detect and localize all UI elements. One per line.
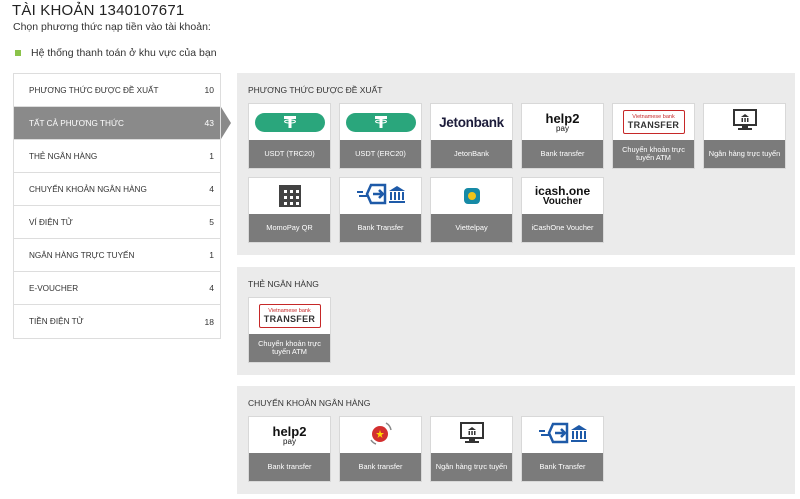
method-card-vn-bank-transfer[interactable]: Vietnamese bank TRANSFER Chuyển khoản tr…: [612, 103, 695, 169]
sidebar-item-count: 10: [204, 85, 214, 95]
tether-icon: [345, 112, 416, 132]
payment-method-grid: USDT (TRC20) USDT (ERC20) Jetonbank Jeto…: [237, 103, 795, 243]
method-caption: MomoPay QR: [249, 214, 330, 242]
jetonbank-logo: Jetonbank: [439, 114, 504, 130]
sidebar-item-label: CHUYỂN KHOẢN NGÂN HÀNG: [29, 184, 147, 194]
region-notice: Hệ thống thanh toán ở khu vực của bạn: [15, 47, 217, 59]
logo-line2: TRANSFER: [263, 314, 316, 324]
method-caption: Bank Transfer: [522, 453, 603, 481]
sidebar-item-bank-card[interactable]: THẺ NGÂN HÀNG 1: [14, 140, 220, 173]
bank-transfer-arrow-icon: [355, 183, 407, 210]
method-caption: Bank transfer: [522, 140, 603, 168]
icashone-logo-sub: Voucher: [542, 195, 583, 207]
tether-icon: [254, 112, 325, 132]
payment-method-grid: Vietnamese bank TRANSFER Chuyển khoản tr…: [237, 297, 795, 363]
method-card-jetonbank[interactable]: Jetonbank JetonBank: [430, 103, 513, 169]
vietnamese-bank-transfer-logo: Vietnamese bank TRANSFER: [622, 110, 685, 134]
sidebar-item-bank-transfer[interactable]: CHUYỂN KHOẢN NGÂN HÀNG 4: [14, 173, 220, 206]
method-caption: iCashOne Voucher: [522, 214, 603, 242]
method-card-viettelpay[interactable]: Viettelpay: [430, 177, 513, 243]
sidebar-item-online-banking[interactable]: NGÂN HÀNG TRỰC TUYẾN 1: [14, 239, 220, 272]
help2pay-logo-sub: pay: [283, 436, 296, 446]
sidebar-item-label: PHƯƠNG THỨC ĐƯỢC ĐỀ XUẤT: [29, 85, 159, 95]
sidebar-item-count: 4: [209, 184, 214, 194]
method-card-usdt-erc20[interactable]: USDT (ERC20): [339, 103, 422, 169]
sidebar-item-label: TẤT CẢ PHƯƠNG THỨC: [29, 118, 124, 128]
method-caption: Ngân hàng trực tuyến: [431, 453, 512, 481]
sidebar-item-count: 43: [204, 118, 214, 128]
method-caption: Bank Transfer: [340, 214, 421, 242]
sidebar-item-label: VÍ ĐIỆN TỬ: [29, 217, 73, 227]
sidebar-item-label: TIỀN ĐIỆN TỬ: [29, 317, 84, 326]
vietnam-flag-transfer-icon: [368, 420, 394, 451]
method-caption: Viettelpay: [431, 214, 512, 242]
region-notice-text: Hệ thống thanh toán ở khu vực của bạn: [31, 47, 217, 59]
section-title: THẺ NGÂN HÀNG: [248, 279, 319, 289]
payment-category-sidebar: PHƯƠNG THỨC ĐƯỢC ĐỀ XUẤT 10 TẤT CẢ PHƯƠN…: [13, 73, 231, 339]
logo-line2: TRANSFER: [627, 120, 680, 130]
account-subtitle: Chọn phương thức nạp tiền vào tài khoản:: [13, 21, 211, 33]
method-caption: USDT (ERC20): [340, 140, 421, 168]
sidebar-item-e-wallet[interactable]: VÍ ĐIỆN TỬ 5: [14, 206, 220, 239]
section-recommended: PHƯƠNG THỨC ĐƯỢC ĐỀ XUẤT USDT (TRC20) US…: [237, 73, 795, 255]
help2pay-logo: help2 pay: [273, 425, 307, 446]
account-title: TÀI KHOẢN 1340107671: [12, 2, 185, 19]
sidebar-item-crypto[interactable]: TIỀN ĐIỆN TỬ 18: [14, 305, 220, 338]
online-bank-monitor-icon: [459, 421, 484, 449]
help2pay-logo-sub: pay: [556, 123, 569, 133]
sidebar-item-count: 4: [209, 283, 214, 293]
method-card-vn-flag-transfer[interactable]: Bank transfer: [339, 416, 422, 482]
sidebar-item-count: 1: [209, 250, 214, 260]
sidebar-item-e-voucher[interactable]: E-VOUCHER 4: [14, 272, 220, 305]
sidebar-item-recommended[interactable]: PHƯƠNG THỨC ĐƯỢC ĐỀ XUẤT 10: [14, 74, 220, 107]
help2pay-logo: help2 pay: [546, 112, 580, 133]
qr-code-icon: [278, 185, 301, 207]
section-title: CHUYỂN KHOẢN NGÂN HÀNG: [248, 398, 371, 408]
method-caption: Chuyển khoản trực tuyến ATM: [613, 140, 694, 168]
sidebar-item-all-methods[interactable]: TẤT CẢ PHƯƠNG THỨC 43: [14, 107, 231, 140]
method-caption: Chuyển khoản trực tuyến ATM: [249, 334, 330, 362]
sidebar-item-label: THẺ NGÂN HÀNG: [29, 151, 98, 161]
viettelpay-icon: [463, 188, 480, 204]
sidebar-item-label: NGÂN HÀNG TRỰC TUYẾN: [29, 250, 135, 260]
method-card-vn-bank-transfer[interactable]: Vietnamese bank TRANSFER Chuyển khoản tr…: [248, 297, 331, 363]
payment-method-grid: help2 pay Bank transfer Bank transfer Ng…: [237, 416, 795, 482]
method-card-icashone[interactable]: icash.one Voucher iCashOne Voucher: [521, 177, 604, 243]
icashone-logo: icash.one Voucher: [535, 184, 590, 207]
online-bank-monitor-icon: [732, 108, 757, 136]
method-card-help2pay[interactable]: help2 pay Bank transfer: [248, 416, 331, 482]
method-caption: Ngân hàng trực tuyến: [704, 140, 785, 168]
method-card-usdt-trc20[interactable]: USDT (TRC20): [248, 103, 331, 169]
section-bank-transfer: CHUYỂN KHOẢN NGÂN HÀNG help2 pay Bank tr…: [237, 386, 795, 494]
method-card-online-bank[interactable]: Ngân hàng trực tuyến: [703, 103, 786, 169]
method-card-bank-transfer-arrow[interactable]: Bank Transfer: [521, 416, 604, 482]
sidebar-item-count: 1: [209, 151, 214, 161]
bank-transfer-arrow-icon: [537, 422, 589, 449]
method-caption: Bank transfer: [340, 453, 421, 481]
method-caption: Bank transfer: [249, 453, 330, 481]
sidebar-item-count: 18: [204, 316, 214, 327]
method-card-bank-transfer-arrow[interactable]: Bank Transfer: [339, 177, 422, 243]
vietnamese-bank-transfer-logo: Vietnamese bank TRANSFER: [258, 304, 321, 328]
section-bank-card: THẺ NGÂN HÀNG Vietnamese bank TRANSFER C…: [237, 267, 795, 375]
sidebar-item-count: 5: [209, 217, 214, 227]
method-card-online-bank[interactable]: Ngân hàng trực tuyến: [430, 416, 513, 482]
method-caption: USDT (TRC20): [249, 140, 330, 168]
method-caption: JetonBank: [431, 140, 512, 168]
green-bullet-icon: [15, 50, 21, 56]
section-title: PHƯƠNG THỨC ĐƯỢC ĐỀ XUẤT: [248, 85, 383, 95]
method-card-momopay[interactable]: MomoPay QR: [248, 177, 331, 243]
method-card-help2pay[interactable]: help2 pay Bank transfer: [521, 103, 604, 169]
sidebar-item-label: E-VOUCHER: [29, 283, 79, 293]
